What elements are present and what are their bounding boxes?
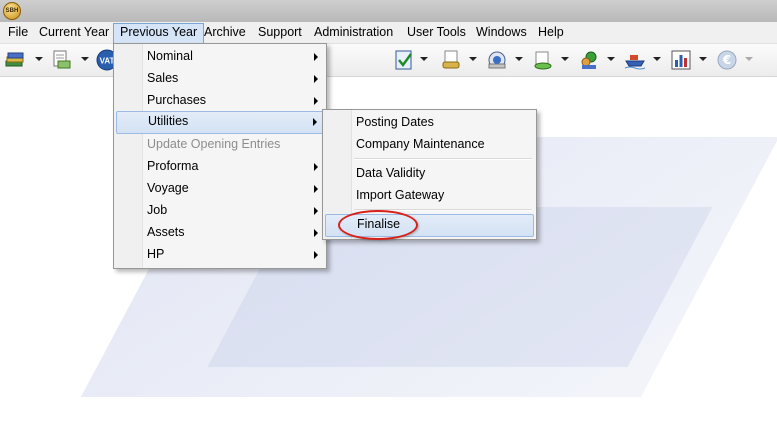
menu-item-label: Update Opening Entries [147,137,281,151]
menu-item-label: Job [147,203,168,217]
ship-icon[interactable] [624,49,646,71]
menu-item-sales[interactable]: Sales [116,68,324,89]
checklist-dropdown-arrow[interactable] [420,57,428,61]
ledger-stack-icon[interactable] [4,49,26,71]
menu-item-label: Utilities [148,114,189,128]
menu-separator [354,158,532,160]
menu-item-company-maintenance[interactable]: Company Maintenance [325,134,534,155]
menu-item-voyage[interactable]: Voyage [116,178,324,199]
currency-dropdown-arrow[interactable] [515,57,523,61]
menu-previous-year[interactable]: Previous Year [113,23,205,44]
app-icon[interactable]: SBH [3,2,21,20]
document-money-icon[interactable] [50,49,72,71]
coins-stack-icon[interactable] [532,49,554,71]
menu-item-hp[interactable]: HP [116,244,324,265]
document-stack-icon[interactable] [440,49,462,71]
globe-user-dropdown-arrow[interactable] [607,57,615,61]
euro-icon[interactable]: € [716,49,738,71]
document-stack-dropdown-arrow[interactable] [469,57,477,61]
menu-help[interactable]: Help [532,23,570,42]
menu-item-label: Proforma [147,159,199,173]
menu-item-label: Voyage [147,181,189,195]
bar-chart-dropdown-arrow[interactable] [699,57,707,61]
menu-item-label: Sales [147,71,179,85]
submenu-arrow-icon [314,53,318,61]
submenu-arrow-icon [313,118,317,126]
submenu-arrow-icon [314,75,318,83]
menu-item-nominal[interactable]: Nominal [116,46,324,67]
menu-item-assets[interactable]: Assets [116,222,324,243]
annotation-ring [338,210,418,240]
document-dropdown-arrow[interactable] [81,57,89,61]
menu-file[interactable]: File [2,23,34,42]
menu-item-posting-dates[interactable]: Posting Dates [325,112,534,133]
currency-disc-icon[interactable] [486,49,508,71]
menu-item-utilities[interactable]: Utilities [116,111,324,134]
menu-current-year[interactable]: Current Year [33,23,115,42]
submenu-arrow-icon [314,97,318,105]
bar-chart-icon[interactable] [670,49,692,71]
menu-item-label: Purchases [147,93,207,107]
ship-dropdown-arrow[interactable] [653,57,661,61]
checklist-icon[interactable] [393,49,415,71]
menu-item-update-opening-entries: Update Opening Entries [116,134,324,155]
submenu-arrow-icon [314,207,318,215]
submenu-arrow-icon [314,251,318,259]
menu-item-label: Assets [147,225,185,239]
title-bar: SBH [0,0,777,22]
coins-dropdown-arrow[interactable] [561,57,569,61]
ledger-dropdown-arrow[interactable] [35,57,43,61]
menu-bar: File Current Year Previous Year Archive … [0,22,777,44]
menu-support[interactable]: Support [252,23,308,42]
submenu-arrow-icon [314,163,318,171]
globe-user-icon[interactable] [578,49,600,71]
menu-item-purchases[interactable]: Purchases [116,90,324,111]
menu-item-import-gateway[interactable]: Import Gateway [325,185,534,206]
menu-item-proforma[interactable]: Proforma [116,156,324,177]
submenu-arrow-icon [314,229,318,237]
menu-item-label: HP [147,247,165,261]
euro-dropdown-arrow[interactable] [745,57,753,61]
menu-item-job[interactable]: Job [116,200,324,221]
menu-archive[interactable]: Archive [198,23,252,42]
svg-text:€: € [722,53,731,67]
menu-user-tools[interactable]: User Tools [401,23,472,42]
previous-year-menu: Nominal Sales Purchases Utilities Update… [113,43,327,269]
menu-administration[interactable]: Administration [308,23,399,42]
menu-windows[interactable]: Windows [470,23,533,42]
menu-item-data-validity[interactable]: Data Validity [325,163,534,184]
submenu-arrow-icon [314,185,318,193]
menu-item-label: Nominal [147,49,193,63]
